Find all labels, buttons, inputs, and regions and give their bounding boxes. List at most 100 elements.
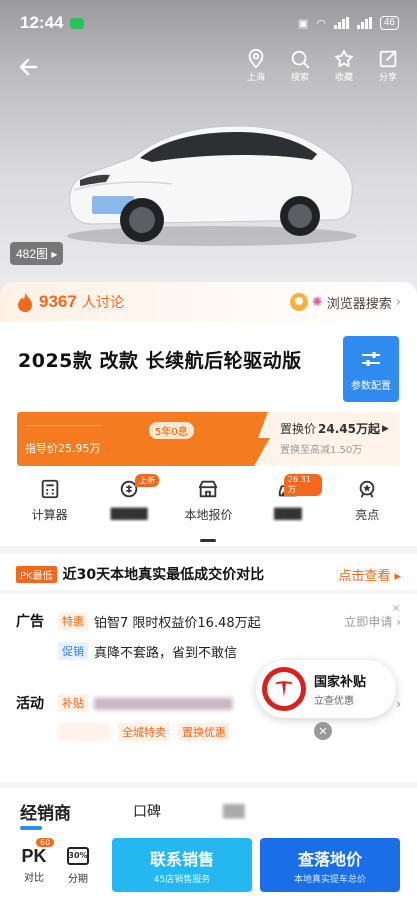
promo-chip: 促销 <box>58 642 88 660</box>
feature-highlights[interactable]: 亮点 <box>333 478 401 538</box>
pk-more-link[interactable]: 点击查看 ▸ <box>338 565 401 584</box>
close-popup-icon[interactable]: ✕ <box>314 722 332 740</box>
tab-dealers[interactable]: 经销商 <box>20 799 71 830</box>
nfc-icon: ▣ <box>297 17 309 30</box>
activity-label: 活动 <box>16 696 44 712</box>
params-label: 参数配置 <box>351 380 391 392</box>
params-config-button[interactable]: 参数配置 <box>343 336 399 402</box>
discussion-count: 9367 <box>39 292 77 311</box>
ad-row[interactable]: 广告 特惠 铂智7 限时权益价16.48万起 立即申请 › <box>16 606 401 636</box>
installment-button[interactable]: 30% 分期 <box>60 845 96 885</box>
contact-sales-button[interactable]: 联系销售 45店销售服务 <box>112 838 252 892</box>
feature-local-price[interactable]: 本地报价 <box>174 478 242 538</box>
tab-blurred[interactable]: ▇▇ <box>223 803 245 819</box>
back-arrow-icon[interactable] <box>14 52 44 82</box>
location-label: 上海 <box>246 73 265 83</box>
location-pin-icon <box>248 48 264 69</box>
price-sub: 本地真实提车总价 <box>293 874 366 885</box>
pk-title: 近30天本地真实最低成交价对比 <box>62 567 265 583</box>
tab-reviews[interactable]: 口碑 <box>133 801 161 821</box>
trade-in-price: 24.45万起 <box>318 422 380 436</box>
ad-apply-link[interactable]: 立即申请 › <box>344 613 401 630</box>
close-ad-icon[interactable]: ✕ <box>392 602 401 615</box>
feature-row: 计算器 上新 ▇▇▇▇ 本地报价 26.31万 ▇▇▇ 亮点 <box>0 474 417 538</box>
battery-icon: 46 <box>379 16 399 30</box>
share-button[interactable]: 分享 <box>373 48 403 83</box>
feature-label: 计算器 <box>31 508 68 522</box>
tesla-t-icon <box>275 681 293 698</box>
subsidy-sub: 立查优惠 <box>314 696 354 707</box>
promo-text: 真降不套路，省到不敢信 <box>94 645 238 661</box>
contact-sub: 45店销售服务 <box>153 874 211 885</box>
bottom-bar: 60 PK 对比 30% 分期 联系销售 45店销售服务 查落地价 本地真实提车… <box>0 830 417 900</box>
pk-tag: PK最低 <box>16 565 57 583</box>
sliders-icon <box>362 351 380 366</box>
compare-label: 对比 <box>24 873 44 884</box>
triangle-right-icon: ▶ <box>381 423 389 434</box>
flame-icon <box>18 293 32 312</box>
wechat-icon <box>70 17 85 29</box>
activity-chip: 补贴 <box>58 694 88 712</box>
feature-label-blurred: ▇▇▇ <box>274 506 302 520</box>
tesla-logo-icon <box>262 667 306 711</box>
blurred-activity-text: ▇▇▇▇▇▇▇▇▇▇▇▇▇▇▇ <box>94 696 233 710</box>
section-divider <box>0 782 417 788</box>
activity-chips-row: 全城特卖 置换优惠 <box>16 718 401 746</box>
ad-label: 广告 <box>16 614 44 630</box>
browser-search-link[interactable]: ✺ 浏览器搜索 › <box>289 293 401 312</box>
feature-coin[interactable]: 上新 ▇▇▇▇ <box>95 474 163 538</box>
section-divider <box>0 590 417 594</box>
star-outline-icon <box>335 49 353 68</box>
price-bar[interactable]: ——————————— 指导价25.95万 5年0息 置换价 24.45万起 ▶… <box>17 412 400 466</box>
new-tag: 上新 <box>135 474 160 487</box>
status-time: 12:44 <box>20 13 64 32</box>
trade-in-prefix: 置换价 <box>280 422 317 436</box>
flower-icon: ✺ <box>311 294 323 310</box>
store-icon <box>199 480 218 498</box>
price-tag: 26.31万 <box>283 474 322 496</box>
ad-text: 铂智7 限时权益价16.48万起 <box>94 615 261 631</box>
section-tabs: 经销商 口碑 ▇▇ <box>0 794 417 830</box>
trade-in-chip[interactable]: 置换优惠 <box>178 723 230 741</box>
image-count-badge[interactable]: 482图 ▸ <box>10 242 64 265</box>
trade-in-note: 置换至高减1.50万 <box>280 445 363 456</box>
national-subsidy-popup[interactable]: 国家补贴 立查优惠 <box>256 660 396 718</box>
feature-calculator[interactable]: 计算器 <box>16 478 84 538</box>
pk-row[interactable]: PK最低 近30天本地真实最低成交价对比 点击查看 ▸ <box>16 558 401 590</box>
compare-button[interactable]: 60 PK 对比 <box>16 838 55 884</box>
search-label: 搜索 <box>290 73 309 83</box>
search-icon <box>291 50 310 69</box>
compare-count-badge: 60 <box>36 838 55 847</box>
model-title: 2025款 改款 长续航后轮驱动版 <box>18 350 302 372</box>
signal-icon-2 <box>356 17 372 29</box>
discussion-label: 人讨论 <box>81 295 124 311</box>
hero-image[interactable]: 12:44 ▣ ◠ 46 上海 搜索 收藏 分享 482图 ▸ <box>0 0 417 300</box>
discussion-bar[interactable]: 9367 人讨论 ✺ 浏览器搜索 › <box>0 282 417 322</box>
pk-icon: PK <box>21 846 47 866</box>
wifi-icon: ◠ <box>316 17 326 30</box>
guide-price: 指导价25.95万 <box>25 442 101 455</box>
interest-badge: 5年0息 <box>149 422 194 439</box>
car-image <box>67 125 357 246</box>
status-bar: 12:44 ▣ ◠ 46 <box>0 0 417 46</box>
section-divider <box>0 546 417 554</box>
search-button[interactable]: 搜索 <box>285 48 315 83</box>
detail-card: 9367 人讨论 ✺ 浏览器搜索 › 2025款 改款 长续航后轮驱动版 参数配… <box>0 282 417 900</box>
star-badge-icon <box>359 480 375 498</box>
zigzag-divider <box>250 412 280 466</box>
share-icon <box>379 50 397 68</box>
feature-label: 亮点 <box>355 508 380 522</box>
city-sale-chip[interactable]: 全城特卖 <box>118 723 170 741</box>
favorite-button[interactable]: 收藏 <box>329 48 359 83</box>
installment-percent: 30% <box>68 851 88 860</box>
price-main: 查落地价 <box>297 849 362 869</box>
ad-chip: 特惠 <box>58 612 88 630</box>
check-price-button[interactable]: 查落地价 本地真实提车总价 <box>260 838 400 892</box>
signal-icon <box>333 17 349 29</box>
chevron-right-icon: › <box>395 294 401 310</box>
feature-car[interactable]: 26.31万 ▇▇▇ <box>254 474 322 538</box>
location-button[interactable]: 上海 <box>241 48 271 83</box>
blurred-chip <box>58 723 110 741</box>
page-indicator <box>200 539 216 542</box>
feature-label: 本地报价 <box>184 508 233 522</box>
